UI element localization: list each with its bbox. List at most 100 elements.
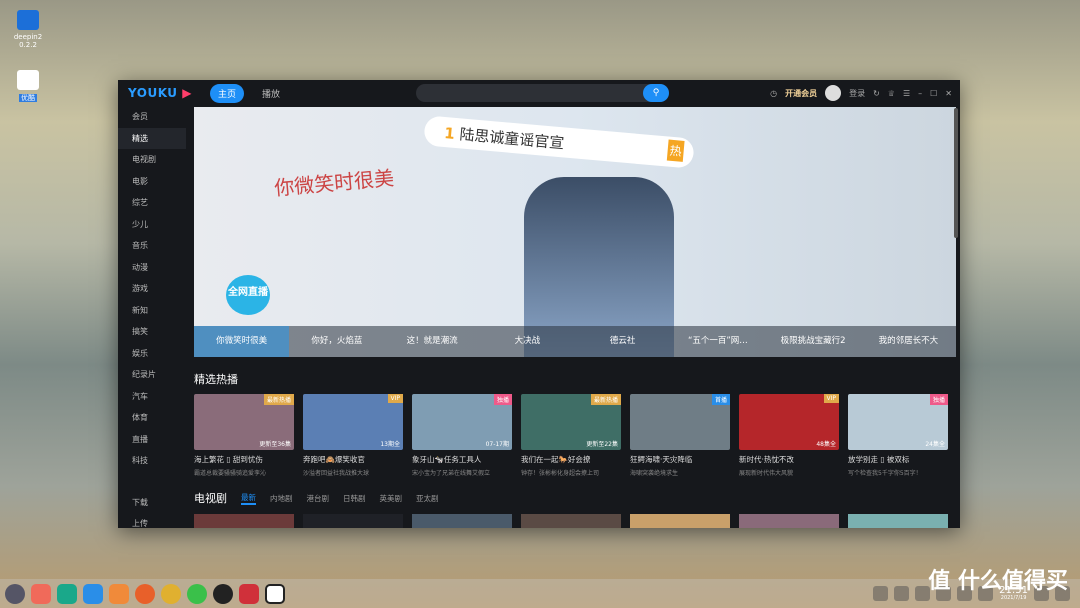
tv-tab[interactable]: 最新: [241, 492, 256, 505]
sidebar-item[interactable]: 电视剧: [118, 149, 186, 171]
sidebar-item[interactable]: 电影: [118, 171, 186, 193]
banner-strip-item[interactable]: 德云社: [575, 326, 670, 357]
login-link[interactable]: 登录: [849, 88, 865, 99]
video-card[interactable]: 最新热播更新至22集我们在一起🐎好会撩钟存！张彬彬化身超会撩上司: [521, 394, 621, 477]
desktop-icon-youku[interactable]: 优酷: [10, 70, 46, 103]
tv-thumb[interactable]: [848, 514, 948, 528]
episode-count: 07-17期: [486, 439, 509, 448]
video-title[interactable]: 放学别走 ▯ 被双标: [848, 454, 948, 465]
sidebar-item[interactable]: 直播: [118, 429, 186, 451]
search-input[interactable]: ⚲: [416, 84, 669, 102]
tv-tab[interactable]: 亚太剧: [416, 493, 439, 504]
sidebar-item-download[interactable]: 下载: [118, 492, 186, 514]
video-title[interactable]: 新时代·热忱不改: [739, 454, 839, 465]
video-thumbnail[interactable]: 最新热播更新至36集: [194, 394, 294, 450]
banner-strip-item[interactable]: 你好，火焰蓝: [289, 326, 384, 357]
maximize-icon[interactable]: ☐: [930, 89, 937, 98]
video-title[interactable]: 海上繁花 ▯ 甜到忧伤: [194, 454, 294, 465]
sidebar-item[interactable]: 体育: [118, 407, 186, 429]
video-card[interactable]: VIP13期全奔跑吧🙈爆笑收官沙溢者回益社我战推大球: [303, 394, 403, 477]
video-title[interactable]: 象牙山🐄任务工具人: [412, 454, 512, 465]
tab-home[interactable]: 主页: [210, 84, 244, 103]
menu-icon[interactable]: ☰: [903, 89, 910, 98]
video-thumbnail[interactable]: 首播: [630, 394, 730, 450]
app-grid-icon[interactable]: [31, 584, 51, 604]
tv-thumb[interactable]: [412, 514, 512, 528]
skin-icon[interactable]: ♕: [888, 89, 895, 98]
sidebar: 会员精选电视剧电影综艺少儿音乐动漫游戏新知搞笑娱乐纪录片汽车体育直播科技下载上传: [118, 106, 186, 528]
banner-strip-item[interactable]: “五个一百”网…: [670, 326, 765, 357]
hero-banner[interactable]: 你微笑时很美 1 陆思诚童谣官宣热 全网直播 你微笑时很美你好，火焰蓝这！就是潮…: [194, 107, 956, 357]
launcher-icon[interactable]: [5, 584, 25, 604]
file-manager-icon[interactable]: [57, 584, 77, 604]
archive-icon[interactable]: [109, 584, 129, 604]
youku-tray-icon[interactable]: [873, 586, 888, 601]
history-icon[interactable]: ◷: [770, 89, 777, 98]
video-badge: VIP: [388, 394, 404, 403]
tv-tab[interactable]: 英美剧: [380, 493, 403, 504]
chrome-icon[interactable]: [161, 584, 181, 604]
video-title[interactable]: 狂鳄海啸·天灾降临: [630, 454, 730, 465]
sidebar-item[interactable]: 音乐: [118, 235, 186, 257]
video-card[interactable]: 独播07-17期象牙山🐄任务工具人宋小宝为了兄弟在线舞艾假立: [412, 394, 512, 477]
sidebar-item[interactable]: 动漫: [118, 257, 186, 279]
sidebar-item[interactable]: 会员: [118, 106, 186, 128]
tv-tab[interactable]: 内地剧: [270, 493, 293, 504]
sidebar-item[interactable]: 新知: [118, 300, 186, 322]
tab-play[interactable]: 播放: [254, 84, 288, 103]
tv-thumb[interactable]: [630, 514, 730, 528]
vip-button[interactable]: 开通会员: [785, 88, 817, 99]
tv-thumb[interactable]: [194, 514, 294, 528]
video-card[interactable]: 独播24集全放学别走 ▯ 被双标写个检查我5千字你5百字！: [848, 394, 948, 477]
sidebar-item[interactable]: 综艺: [118, 192, 186, 214]
sidebar-item[interactable]: 娱乐: [118, 343, 186, 365]
close-icon[interactable]: ✕: [945, 89, 952, 98]
tv-tab[interactable]: 日韩剧: [343, 493, 366, 504]
video-subtitle: 海啸突袭绝境求生: [630, 468, 730, 477]
sidebar-item-upload[interactable]: 上传: [118, 513, 186, 535]
minimize-icon[interactable]: –: [918, 89, 922, 98]
sidebar-item[interactable]: 少儿: [118, 214, 186, 236]
banner-strip-item[interactable]: 你微笑时很美: [194, 326, 289, 357]
qq-icon[interactable]: [213, 584, 233, 604]
sidebar-item[interactable]: 游戏: [118, 278, 186, 300]
video-badge: 首播: [712, 394, 730, 405]
live-badge: 全网直播: [226, 275, 270, 315]
terminal-icon[interactable]: [239, 584, 259, 604]
avatar[interactable]: [825, 85, 841, 101]
tv-tab[interactable]: 港台剧: [307, 493, 330, 504]
sidebar-item[interactable]: 搞笑: [118, 321, 186, 343]
banner-tag: 1 陆思诚童谣官宣热: [423, 115, 695, 168]
youku-logo[interactable]: YOUKU ▶: [128, 86, 192, 100]
video-thumbnail[interactable]: 最新热播更新至22集: [521, 394, 621, 450]
store-icon[interactable]: [83, 584, 103, 604]
banner-strip-item[interactable]: 这！就是潮流: [385, 326, 480, 357]
video-title[interactable]: 我们在一起🐎好会撩: [521, 454, 621, 465]
video-card[interactable]: 首播狂鳄海啸·天灾降临海啸突袭绝境求生: [630, 394, 730, 477]
wechat-icon[interactable]: [187, 584, 207, 604]
banner-strip-item[interactable]: 大决战: [480, 326, 575, 357]
desktop-icon-deepin[interactable]: deepin2 0.2.2: [10, 10, 46, 49]
video-title[interactable]: 奔跑吧🙈爆笑收官: [303, 454, 403, 465]
banner-strip-item[interactable]: 我的邻居长不大: [861, 326, 956, 357]
sidebar-item[interactable]: 精选: [118, 128, 186, 150]
banner-strip-item[interactable]: 极限挑战宝藏行2: [766, 326, 861, 357]
sidebar-item[interactable]: 汽车: [118, 386, 186, 408]
sidebar-item[interactable]: 科技: [118, 450, 186, 472]
sidebar-item[interactable]: 纪录片: [118, 364, 186, 386]
search-icon[interactable]: ⚲: [643, 84, 669, 102]
firefox-icon[interactable]: [135, 584, 155, 604]
video-subtitle: 展现新时代伟大风貌: [739, 468, 839, 477]
video-thumbnail[interactable]: VIP48集全: [739, 394, 839, 450]
tv-thumb[interactable]: [521, 514, 621, 528]
video-card[interactable]: 最新热播更新至36集海上繁花 ▯ 甜到忧伤霸道总裁要骚骚骑追爱孪沁: [194, 394, 294, 477]
scrollbar[interactable]: [954, 108, 958, 238]
video-thumbnail[interactable]: VIP13期全: [303, 394, 403, 450]
video-thumbnail[interactable]: 独播07-17期: [412, 394, 512, 450]
refresh-icon[interactable]: ↻: [873, 89, 880, 98]
keyboard-icon[interactable]: [894, 586, 909, 601]
youku-dock-icon[interactable]: [265, 584, 285, 604]
tv-thumb[interactable]: [739, 514, 839, 528]
video-thumbnail[interactable]: 独播24集全: [848, 394, 948, 450]
video-card[interactable]: VIP48集全新时代·热忱不改展现新时代伟大风貌: [739, 394, 839, 477]
